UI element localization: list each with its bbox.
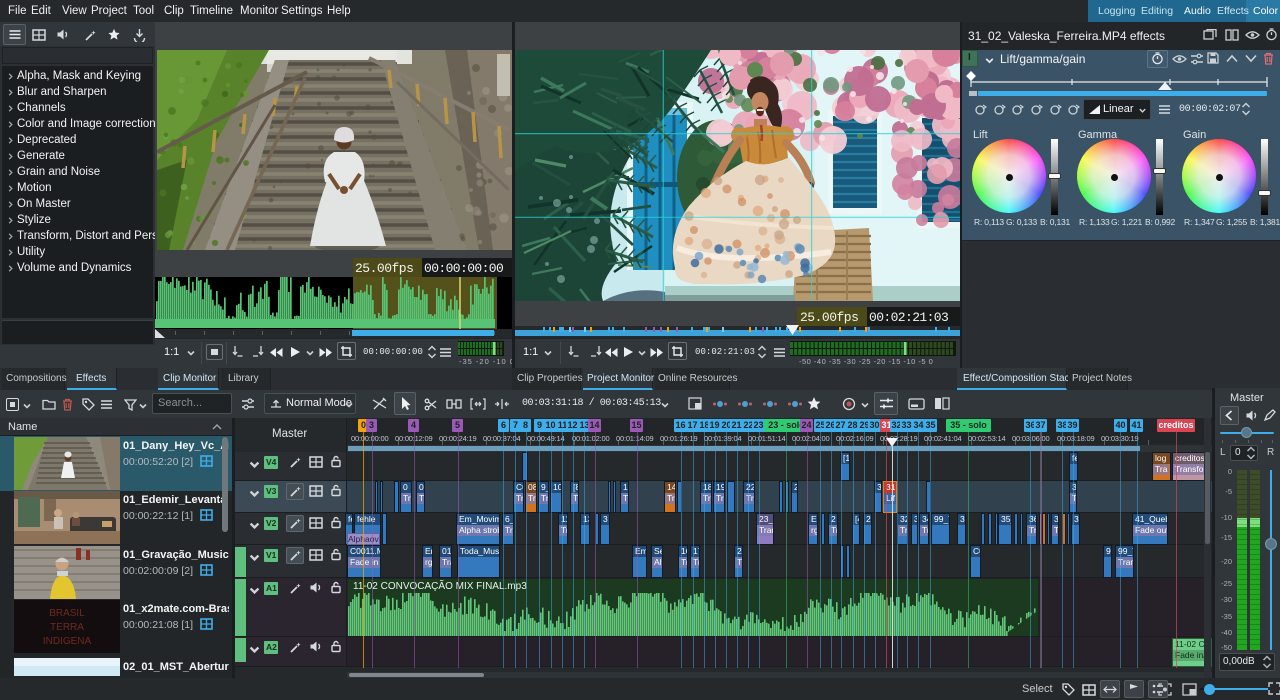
svg-text:TERRA: TERRA bbox=[50, 622, 84, 633]
svg-text:BRASIL: BRASIL bbox=[49, 608, 85, 619]
svg-text:INDIGENA: INDIGENA bbox=[43, 636, 92, 647]
